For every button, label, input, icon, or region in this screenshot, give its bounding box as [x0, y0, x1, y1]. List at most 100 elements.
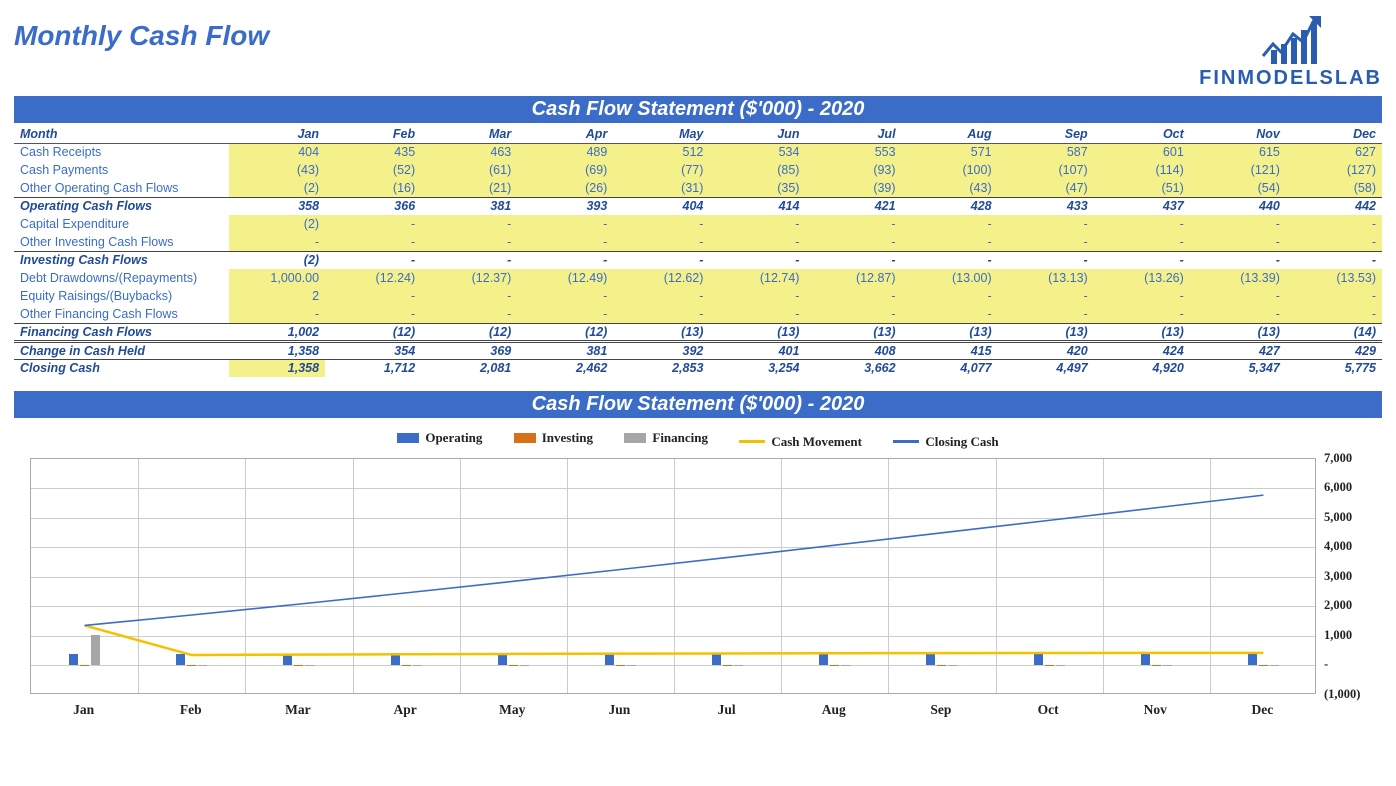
row-payments: Cash Payments(43)(52)(61)(69)(77)(85)(93…: [14, 161, 1382, 179]
cell: -: [613, 305, 709, 323]
cell: 404: [613, 197, 709, 215]
cell: 4,077: [902, 359, 998, 377]
ytick: 1,000: [1324, 628, 1352, 643]
row-label: Other Financing Cash Flows: [14, 305, 229, 323]
cell: 440: [1190, 197, 1286, 215]
cell: (14): [1286, 323, 1382, 341]
cell: -: [998, 251, 1094, 269]
cell: (13): [1190, 323, 1286, 341]
xtick-mar: Mar: [285, 702, 310, 718]
cell: 4,497: [998, 359, 1094, 377]
cell: (12.62): [613, 269, 709, 287]
cell: (12.74): [709, 269, 805, 287]
cell: (13): [998, 323, 1094, 341]
cell: -: [613, 287, 709, 305]
cell: 393: [517, 197, 613, 215]
row-ot_op: Other Operating Cash Flows(2)(16)(21)(26…: [14, 179, 1382, 197]
cell: -: [613, 233, 709, 251]
cell: -: [325, 251, 421, 269]
cell: -: [1190, 233, 1286, 251]
cell: 429: [1286, 341, 1382, 359]
cell: -: [421, 251, 517, 269]
cell: -: [998, 305, 1094, 323]
legend-investing: Investing: [514, 430, 593, 446]
cell: 420: [998, 341, 1094, 359]
cell: (2): [229, 251, 325, 269]
ytick: (1,000): [1324, 687, 1360, 702]
cell: (51): [1094, 179, 1190, 197]
cell: -: [998, 215, 1094, 233]
cell: -: [517, 305, 613, 323]
row-label: Equity Raisings/(Buybacks): [14, 287, 229, 305]
row-fin_cf: Financing Cash Flows1,002(12)(12)(12)(13…: [14, 323, 1382, 341]
legend-cashmove: Cash Movement: [739, 434, 862, 450]
cell: -: [1190, 251, 1286, 269]
cell: -: [709, 287, 805, 305]
cell: 414: [709, 197, 805, 215]
row-debt: Debt Drawdowns/(Repayments)1,000.00(12.2…: [14, 269, 1382, 287]
cell: 5,347: [1190, 359, 1286, 377]
xtick-jan: Jan: [73, 702, 94, 718]
cell: (31): [613, 179, 709, 197]
cell: 358: [229, 197, 325, 215]
cell: -: [805, 305, 901, 323]
cell: -: [805, 233, 901, 251]
cell: (13): [805, 323, 901, 341]
cell: (13): [902, 323, 998, 341]
ytick: -: [1324, 657, 1328, 672]
chart-legend: Operating Investing Financing Cash Movem…: [14, 420, 1382, 454]
ytick: 2,000: [1324, 598, 1352, 613]
cell: (13): [613, 323, 709, 341]
cell: -: [325, 305, 421, 323]
row-change: Change in Cash Held1,3583543693813924014…: [14, 341, 1382, 359]
col-header-may: May: [613, 125, 709, 143]
col-header-aug: Aug: [902, 125, 998, 143]
cell: -: [517, 251, 613, 269]
cell: -: [902, 215, 998, 233]
cell: (43): [229, 161, 325, 179]
brand-logo: FINMODELSLAB: [1199, 10, 1382, 88]
cell: 435: [325, 143, 421, 161]
cell: 1,358: [229, 359, 325, 377]
table-banner: Cash Flow Statement ($'000) - 2020: [14, 96, 1382, 123]
cell: (12.24): [325, 269, 421, 287]
xtick-nov: Nov: [1144, 702, 1167, 718]
cell: -: [517, 233, 613, 251]
cell: 408: [805, 341, 901, 359]
cell: 5,775: [1286, 359, 1382, 377]
xtick-oct: Oct: [1038, 702, 1059, 718]
cell: (13.39): [1190, 269, 1286, 287]
cell: -: [1286, 233, 1382, 251]
cell: (39): [805, 179, 901, 197]
cell: 553: [805, 143, 901, 161]
cell: (114): [1094, 161, 1190, 179]
page-title: Monthly Cash Flow: [14, 20, 269, 52]
row-label: Change in Cash Held: [14, 341, 229, 359]
cell: 489: [517, 143, 613, 161]
cell: (13.13): [998, 269, 1094, 287]
cell: -: [613, 215, 709, 233]
cell: -: [421, 287, 517, 305]
cell: -: [902, 233, 998, 251]
row-ot_inv: Other Investing Cash Flows------------: [14, 233, 1382, 251]
cell: -: [902, 305, 998, 323]
cell: 366: [325, 197, 421, 215]
cell: -: [517, 215, 613, 233]
xtick-aug: Aug: [822, 702, 846, 718]
cell: -: [613, 251, 709, 269]
cell: 401: [709, 341, 805, 359]
cell: 627: [1286, 143, 1382, 161]
row-label: Investing Cash Flows: [14, 251, 229, 269]
cell: (69): [517, 161, 613, 179]
cell: (61): [421, 161, 517, 179]
cell: (26): [517, 179, 613, 197]
cell: -: [1190, 305, 1286, 323]
cell: -: [517, 287, 613, 305]
cell: -: [325, 215, 421, 233]
cell: -: [902, 287, 998, 305]
row-label: Financing Cash Flows: [14, 323, 229, 341]
col-header-dec: Dec: [1286, 125, 1382, 143]
cell: -: [421, 233, 517, 251]
cell: (77): [613, 161, 709, 179]
cell: 3,662: [805, 359, 901, 377]
